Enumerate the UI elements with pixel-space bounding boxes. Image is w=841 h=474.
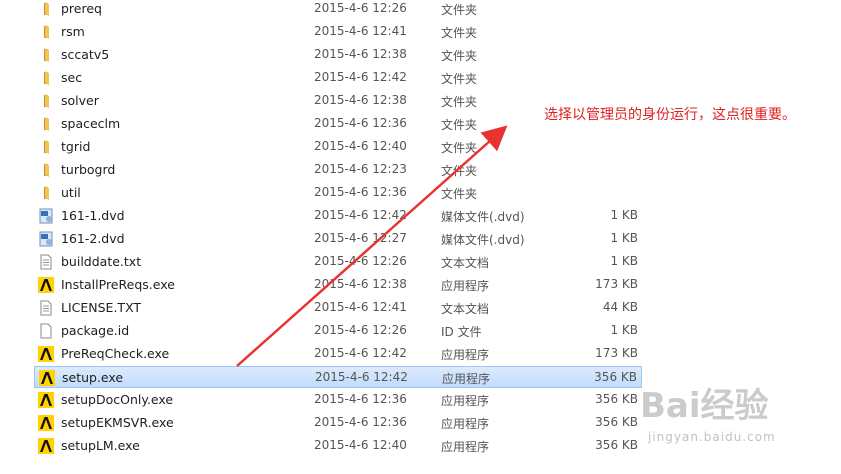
baidu-watermark: Bai经验 jingyan.baidu.com <box>640 378 836 452</box>
watermark-logo: Bai经验 <box>640 386 769 426</box>
annotation-text: 选择以管理员的身份运行，这点很重要。 <box>544 107 796 123</box>
watermark-url: jingyan.baidu.com <box>648 430 776 444</box>
